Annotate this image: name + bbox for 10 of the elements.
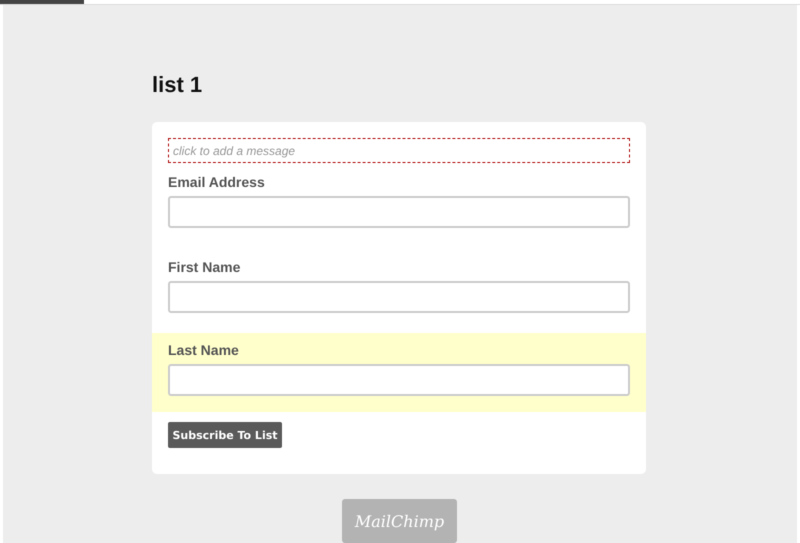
brand-badge[interactable]: MailChimp bbox=[342, 499, 457, 543]
field-label: Email Address bbox=[168, 173, 265, 191]
input-field[interactable] bbox=[168, 196, 630, 228]
input-field[interactable] bbox=[168, 364, 630, 396]
field-label: First Name bbox=[168, 258, 240, 276]
list-title: list 1 bbox=[152, 71, 202, 99]
input-field[interactable] bbox=[168, 281, 630, 313]
message-placeholder[interactable]: click to add a message bbox=[168, 138, 630, 163]
field-label: Last Name bbox=[168, 341, 239, 359]
subscribe-button[interactable]: Subscribe To List bbox=[168, 422, 282, 448]
